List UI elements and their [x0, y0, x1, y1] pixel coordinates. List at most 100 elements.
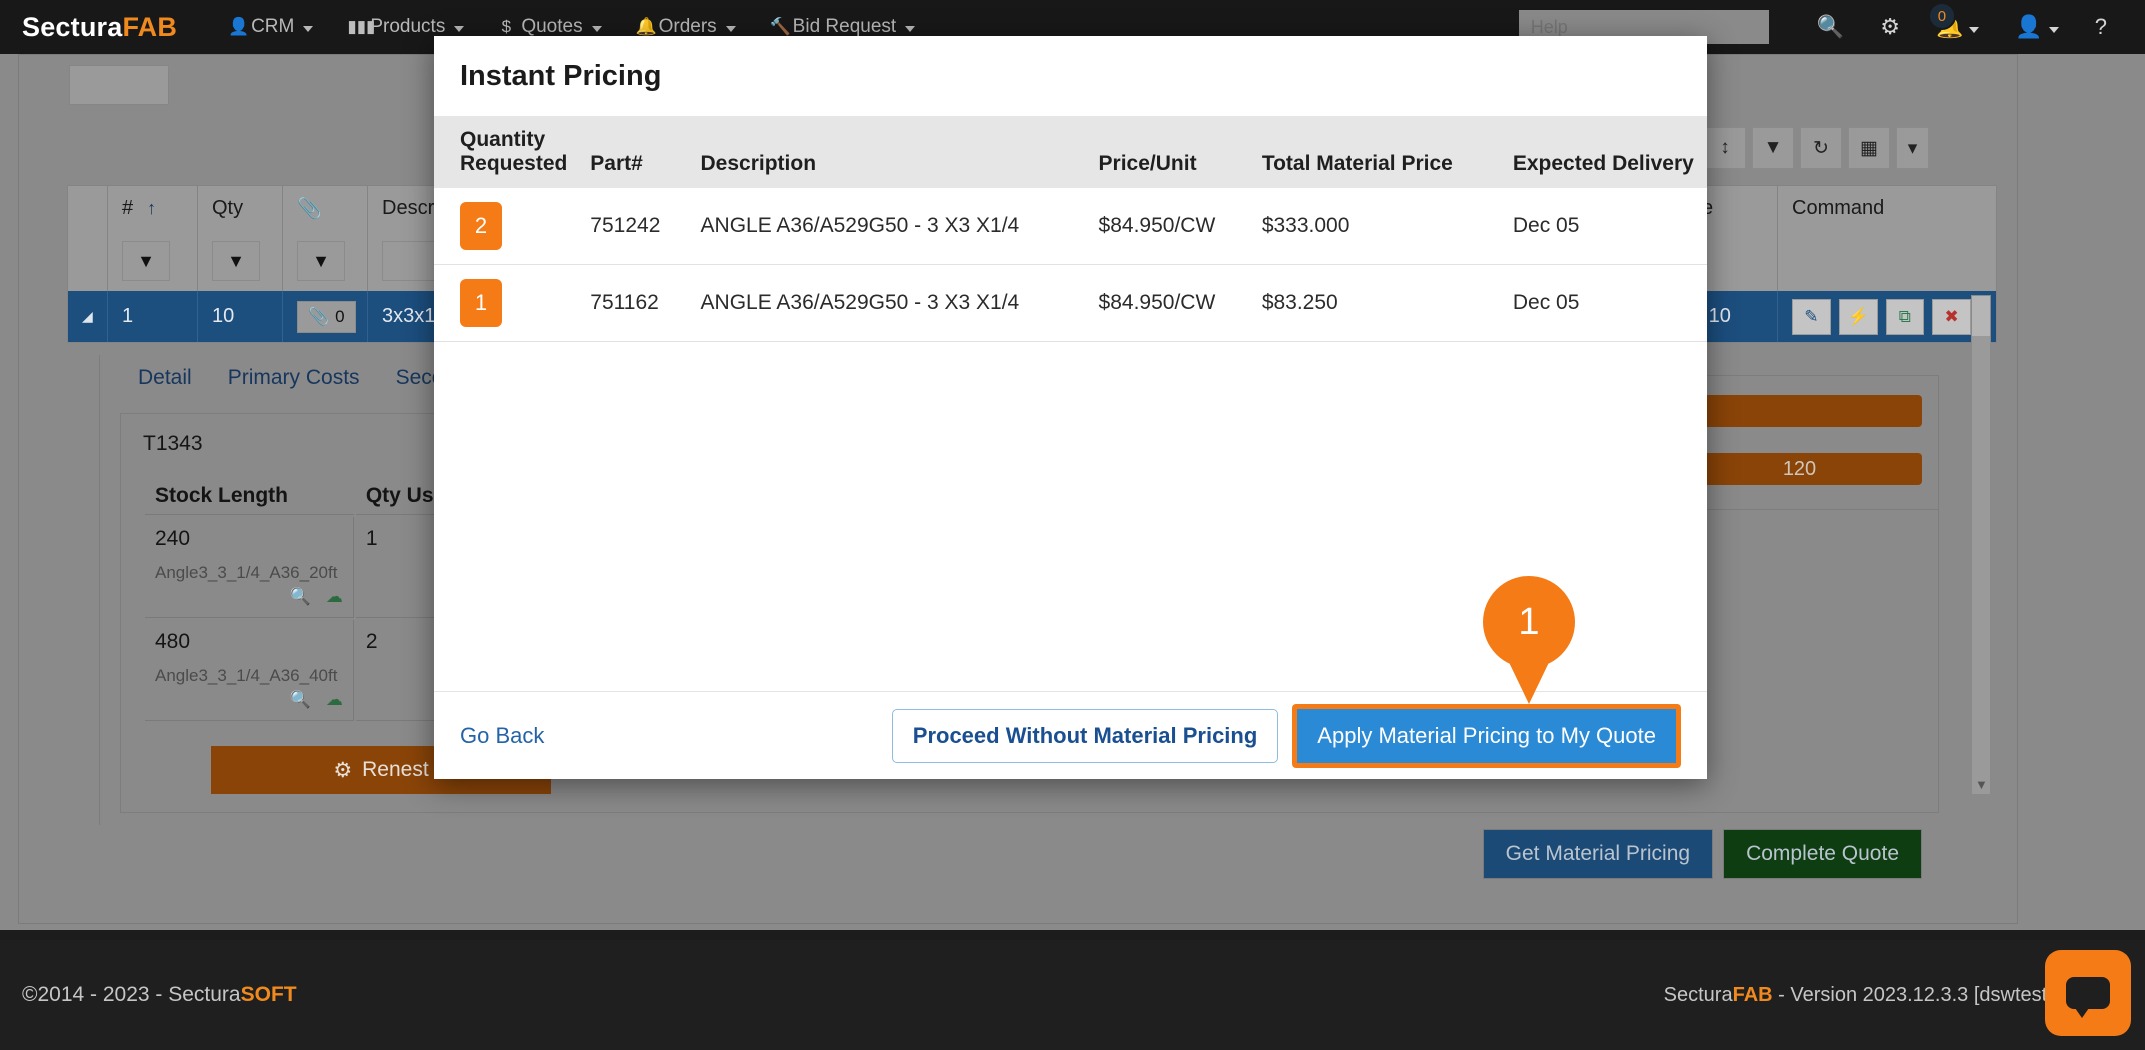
footer-copyright-prefix: ©2014 - 2023 - Sectura — [22, 983, 241, 1006]
filter-icon[interactable]: ▼ — [297, 241, 345, 281]
cell-total-material-price: $333.000 — [1252, 188, 1503, 265]
nav-item-crm-label: CRM — [251, 16, 294, 38]
filter-icon[interactable]: ▼ — [212, 241, 260, 281]
bell-icon: 🔔 — [636, 17, 652, 37]
row-description: 3x3x1 — [382, 305, 435, 328]
height-icon[interactable]: ↕ — [1704, 127, 1746, 169]
cell-expected-delivery: Dec 05 — [1503, 265, 1707, 342]
scroll-down-arrow-icon[interactable]: ▼ — [1975, 777, 1988, 792]
paperclip-icon: 📎 — [308, 307, 329, 327]
modal-title: Instant Pricing — [460, 60, 661, 93]
top-strip-placeholder — [69, 65, 169, 105]
scrollbar-thumb[interactable] — [1972, 296, 1990, 336]
chevron-down-icon — [1969, 27, 1979, 33]
search-icon[interactable]: 🔍 — [1799, 0, 1862, 54]
gears-icon: ⚙ — [333, 758, 352, 783]
delete-icon[interactable]: ✖ — [1932, 299, 1971, 335]
user-icon: 👤 — [228, 17, 244, 37]
chevron-down-icon[interactable]: ▾ — [1896, 127, 1929, 169]
row-expander-icon[interactable]: ◢ — [82, 308, 93, 325]
column-header-expected-delivery: Expected Delivery — [1503, 116, 1707, 188]
apply-material-pricing-button[interactable]: Apply Material Pricing to My Quote — [1297, 709, 1676, 763]
stock-cell-length: 240 Angle3_3_1/4_A36_20ft 🔍 ☁ — [145, 517, 354, 618]
vertical-scrollbar[interactable]: ▼ — [1971, 295, 1991, 795]
annotation-marker: 1 — [1483, 576, 1575, 696]
row-attachments-button[interactable]: 📎 0 — [297, 301, 356, 333]
cell-price-unit: $84.950/CW — [1089, 265, 1252, 342]
cell-description: ANGLE A36/A529G50 - 3 X3 X1/4 — [691, 265, 1089, 342]
copy-icon[interactable]: ⧉ — [1886, 299, 1925, 335]
row-attachment-count: 0 — [335, 307, 344, 327]
footer-copyright-suffix: SOFT — [241, 983, 297, 1006]
column-header-quantity-line2: Requested — [460, 152, 570, 176]
cell-quantity: 1 — [434, 265, 580, 342]
dollar-icon: $ — [498, 17, 514, 37]
question-mark-icon[interactable]: ? — [2077, 0, 2125, 54]
stock-length-table: Stock Length Qty Used 240 Angle3_3_1/4_A… — [143, 476, 473, 723]
user-menu-button[interactable]: 👤 — [1997, 0, 2076, 54]
cell-price-unit: $84.950/CW — [1089, 188, 1252, 265]
stock-header-length: Stock Length — [145, 478, 354, 515]
renest-label: Renest — [362, 758, 429, 782]
filter-icon[interactable]: ▼ — [122, 241, 170, 281]
cell-part: 751162 — [580, 265, 690, 342]
complete-quote-button[interactable]: Complete Quote — [1723, 829, 1922, 879]
row-qty: 10 — [212, 305, 234, 328]
stock-length-value: 480 — [155, 630, 190, 653]
page-action-buttons: Get Material Pricing Complete Quote — [1483, 829, 1922, 879]
bars-chart: 120 — [1677, 395, 1922, 511]
hammer-icon: 🔨 — [770, 17, 786, 37]
lightning-icon[interactable]: ⚡ — [1839, 299, 1878, 335]
app-root: SecturaFAB 👤 CRM ▮▮▮ Products $ Quotes 🔔… — [0, 0, 2145, 1050]
get-material-pricing-button[interactable]: Get Material Pricing — [1483, 829, 1713, 879]
cell-total-material-price: $83.250 — [1252, 265, 1503, 342]
brand-suffix: FAB — [122, 12, 177, 42]
magnifier-icon[interactable]: 🔍 — [290, 690, 311, 709]
stock-table-header-row: Stock Length Qty Used — [145, 478, 471, 515]
footer-version-brand-suffix: FAB — [1733, 984, 1773, 1006]
chevron-down-icon — [454, 26, 464, 32]
edit-icon[interactable]: ✎ — [1792, 299, 1831, 335]
tab-primary-costs[interactable]: Primary Costs — [210, 366, 378, 390]
cloud-icon[interactable]: ☁ — [326, 587, 343, 606]
cloud-icon[interactable]: ☁ — [326, 690, 343, 709]
go-back-link[interactable]: Go Back — [460, 723, 544, 749]
table-row: 480 Angle3_3_1/4_A36_40ft 🔍 ☁ 2 — [145, 620, 471, 721]
bar-item: 120 — [1677, 453, 1922, 485]
brand-logo[interactable]: SecturaFAB — [22, 12, 177, 43]
cell-part: 751242 — [580, 188, 690, 265]
table-row: 240 Angle3_3_1/4_A36_20ft 🔍 ☁ 1 — [145, 517, 471, 618]
nav-item-crm[interactable]: 👤 CRM — [211, 0, 330, 54]
refresh-icon[interactable]: ↻ — [1800, 127, 1842, 169]
tab-detail[interactable]: Detail — [120, 366, 210, 390]
notifications-button[interactable]: 0 🔔 — [1918, 0, 1997, 54]
annotation-marker-tail — [1505, 654, 1553, 704]
pricing-table-header-row: Quantity Requested Part# Description Pri… — [434, 116, 1707, 188]
footer-copyright: ©2014 - 2023 - SecturaSOFT — [22, 983, 297, 1007]
modal-footer: Go Back Proceed Without Material Pricing… — [434, 691, 1707, 779]
proceed-without-material-pricing-button[interactable]: Proceed Without Material Pricing — [892, 709, 1279, 763]
grid-header-qty: Qty — [212, 197, 243, 220]
quantity-badge: 2 — [460, 202, 502, 250]
pricing-table: Quantity Requested Part# Description Pri… — [434, 116, 1707, 342]
apply-pricing-highlight: Apply Material Pricing to My Quote — [1292, 704, 1681, 768]
stock-length-value: 240 — [155, 527, 190, 550]
table-icon[interactable]: ▦ — [1848, 127, 1890, 169]
stock-material-name: Angle3_3_1/4_A36_40ft — [155, 666, 343, 686]
cell-description: ANGLE A36/A529G50 - 3 X3 X1/4 — [691, 188, 1089, 265]
magnifier-icon[interactable]: 🔍 — [290, 587, 311, 606]
chat-bubble-icon — [2066, 977, 2110, 1009]
sort-ascending-icon[interactable]: ↑ — [147, 198, 156, 219]
row-number: 1 — [122, 305, 133, 328]
notification-badge: 0 — [1928, 2, 1956, 30]
nav-item-products-label: Products — [370, 16, 445, 38]
gear-icon[interactable]: ⚙ — [1862, 0, 1918, 54]
cell-quantity: 2 — [434, 188, 580, 265]
chevron-down-icon — [2049, 27, 2059, 33]
filter-icon[interactable]: ▼ — [1752, 127, 1794, 169]
chat-widget-button[interactable] — [2045, 950, 2131, 1036]
column-header-quantity-requested: Quantity Requested — [434, 116, 580, 188]
paperclip-icon: 📎 — [297, 196, 322, 221]
brand-prefix: Sectura — [22, 12, 122, 42]
grid-header-command: Command — [1792, 197, 1884, 220]
